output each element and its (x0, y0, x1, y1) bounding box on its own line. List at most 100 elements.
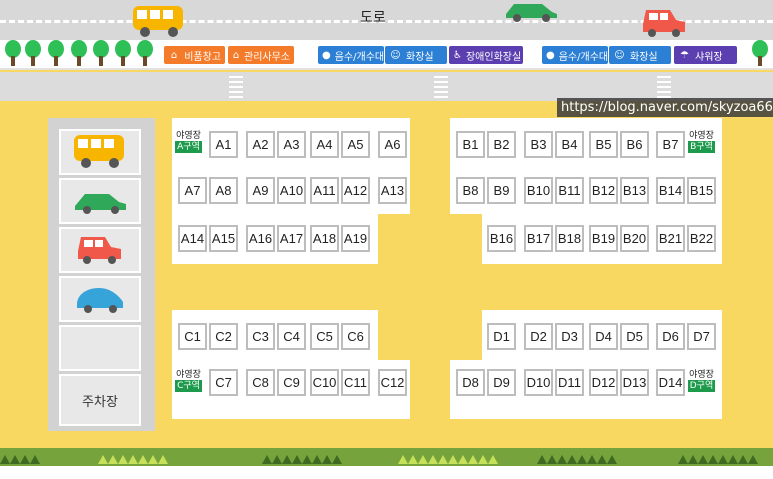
campsite[interactable]: A4 (310, 131, 339, 158)
campsite[interactable]: A2 (246, 131, 275, 158)
facility-label: 화장실 (630, 51, 658, 63)
campsite[interactable]: C10 (310, 369, 339, 396)
facility-label: 샤워장 (695, 51, 723, 63)
campsite[interactable]: A12 (341, 177, 370, 204)
campsite[interactable]: B16 (487, 225, 516, 252)
campsite[interactable]: B3 (524, 131, 553, 158)
tree-icon (115, 40, 131, 66)
campsite[interactable]: D14 (656, 369, 685, 396)
campsite[interactable]: A6 (378, 131, 407, 158)
campsite[interactable]: B2 (487, 131, 516, 158)
campsite[interactable]: C8 (246, 369, 275, 396)
campsite[interactable]: D3 (555, 323, 584, 350)
campsite[interactable]: B7 (656, 131, 685, 158)
campsite[interactable]: C5 (310, 323, 339, 350)
campsite[interactable]: D10 (524, 369, 553, 396)
grass-tuft (398, 455, 498, 465)
campsite[interactable]: D8 (456, 369, 485, 396)
campsite[interactable]: A16 (246, 225, 275, 252)
parking-space (59, 227, 141, 273)
facility-office: ⌂ 관리사무소 (228, 46, 294, 64)
campsite[interactable]: B22 (687, 225, 716, 252)
zone-title: 야영장 (176, 131, 201, 141)
zone-label-b: 야영장 B구역 (685, 131, 718, 153)
campsite[interactable]: B18 (555, 225, 584, 252)
campsite[interactable]: A14 (178, 225, 207, 252)
campsite[interactable]: B4 (555, 131, 584, 158)
parking-label-cell: 주차장 (59, 374, 141, 426)
restroom-icon: ☺ (390, 49, 401, 61)
campsite[interactable]: B15 (687, 177, 716, 204)
campsite[interactable]: B5 (589, 131, 618, 158)
campsite[interactable]: A5 (341, 131, 370, 158)
campsite[interactable]: D5 (620, 323, 649, 350)
campsite[interactable]: B21 (656, 225, 685, 252)
campsite[interactable]: A7 (178, 177, 207, 204)
grass-tuft (678, 455, 758, 465)
campsite[interactable]: A3 (277, 131, 306, 158)
campsite[interactable]: D13 (620, 369, 649, 396)
grass-tuft (0, 455, 40, 465)
campsite[interactable]: C6 (341, 323, 370, 350)
parking-space (59, 129, 141, 175)
campsite[interactable]: A19 (341, 225, 370, 252)
campsite[interactable]: D4 (589, 323, 618, 350)
campsite[interactable]: C2 (209, 323, 238, 350)
campsite[interactable]: A18 (310, 225, 339, 252)
facility-water: ● 음수/개수대 (318, 46, 384, 64)
campsite[interactable]: C11 (341, 369, 370, 396)
campsite[interactable]: C7 (209, 369, 238, 396)
campsite[interactable]: A17 (277, 225, 306, 252)
campsite[interactable]: C1 (178, 323, 207, 350)
campsite[interactable]: B10 (524, 177, 553, 204)
campsite[interactable]: B13 (620, 177, 649, 204)
campsite[interactable]: A13 (378, 177, 407, 204)
facility-restroom: ☺ 화장실 (385, 46, 447, 64)
campsite[interactable]: B8 (456, 177, 485, 204)
facility-water: ● 음수/개수대 (542, 46, 608, 64)
zone-label-c: 야영장 C구역 (172, 370, 205, 392)
campsite[interactable]: D12 (589, 369, 618, 396)
facility-strip: ⌂ 비품창고 ⌂ 관리사무소 ● 음수/개수대 ☺ 화장실 ♿ 장애인화장실 ● 음수/개수… (0, 40, 773, 70)
campsite[interactable]: B6 (620, 131, 649, 158)
campsite[interactable]: A9 (246, 177, 275, 204)
campsite[interactable]: B17 (524, 225, 553, 252)
campsite[interactable]: D1 (487, 323, 516, 350)
crosswalk (657, 76, 671, 98)
campsite[interactable]: C9 (277, 369, 306, 396)
facility-label: 음수/개수대 (334, 51, 385, 63)
zone-title: 야영장 (176, 370, 201, 380)
campsite[interactable]: A15 (209, 225, 238, 252)
campsite[interactable]: D2 (524, 323, 553, 350)
campsite[interactable]: C12 (378, 369, 407, 396)
campsite[interactable]: D11 (555, 369, 584, 396)
campsite[interactable]: A10 (277, 177, 306, 204)
grass-tuft (262, 455, 342, 465)
tree-icon (137, 40, 153, 66)
campsite[interactable]: B11 (555, 177, 584, 204)
campsite[interactable]: D6 (656, 323, 685, 350)
wheelchair-icon: ♿ (453, 49, 462, 61)
zone-tag: C구역 (175, 380, 202, 392)
facility-label: 비품창고 (184, 51, 221, 63)
campsite[interactable]: B9 (487, 177, 516, 204)
campsite[interactable]: D9 (487, 369, 516, 396)
ground (0, 466, 773, 479)
campsite[interactable]: B19 (589, 225, 618, 252)
campsite[interactable]: D7 (687, 323, 716, 350)
campsite[interactable]: C4 (277, 323, 306, 350)
parking-label: 주차장 (82, 394, 118, 410)
campsite[interactable]: B14 (656, 177, 685, 204)
grass-tuft (537, 455, 617, 465)
water-drop-icon: ● (322, 49, 331, 61)
zone-title: 야영장 (689, 370, 714, 380)
campsite[interactable]: A8 (209, 177, 238, 204)
campsite[interactable]: B20 (620, 225, 649, 252)
campsite[interactable]: B12 (589, 177, 618, 204)
campsite[interactable]: C3 (246, 323, 275, 350)
car-icon (75, 194, 126, 214)
tree-icon (48, 40, 64, 66)
campsite[interactable]: A11 (310, 177, 339, 204)
campsite[interactable]: A1 (209, 131, 238, 158)
campsite[interactable]: B1 (456, 131, 485, 158)
